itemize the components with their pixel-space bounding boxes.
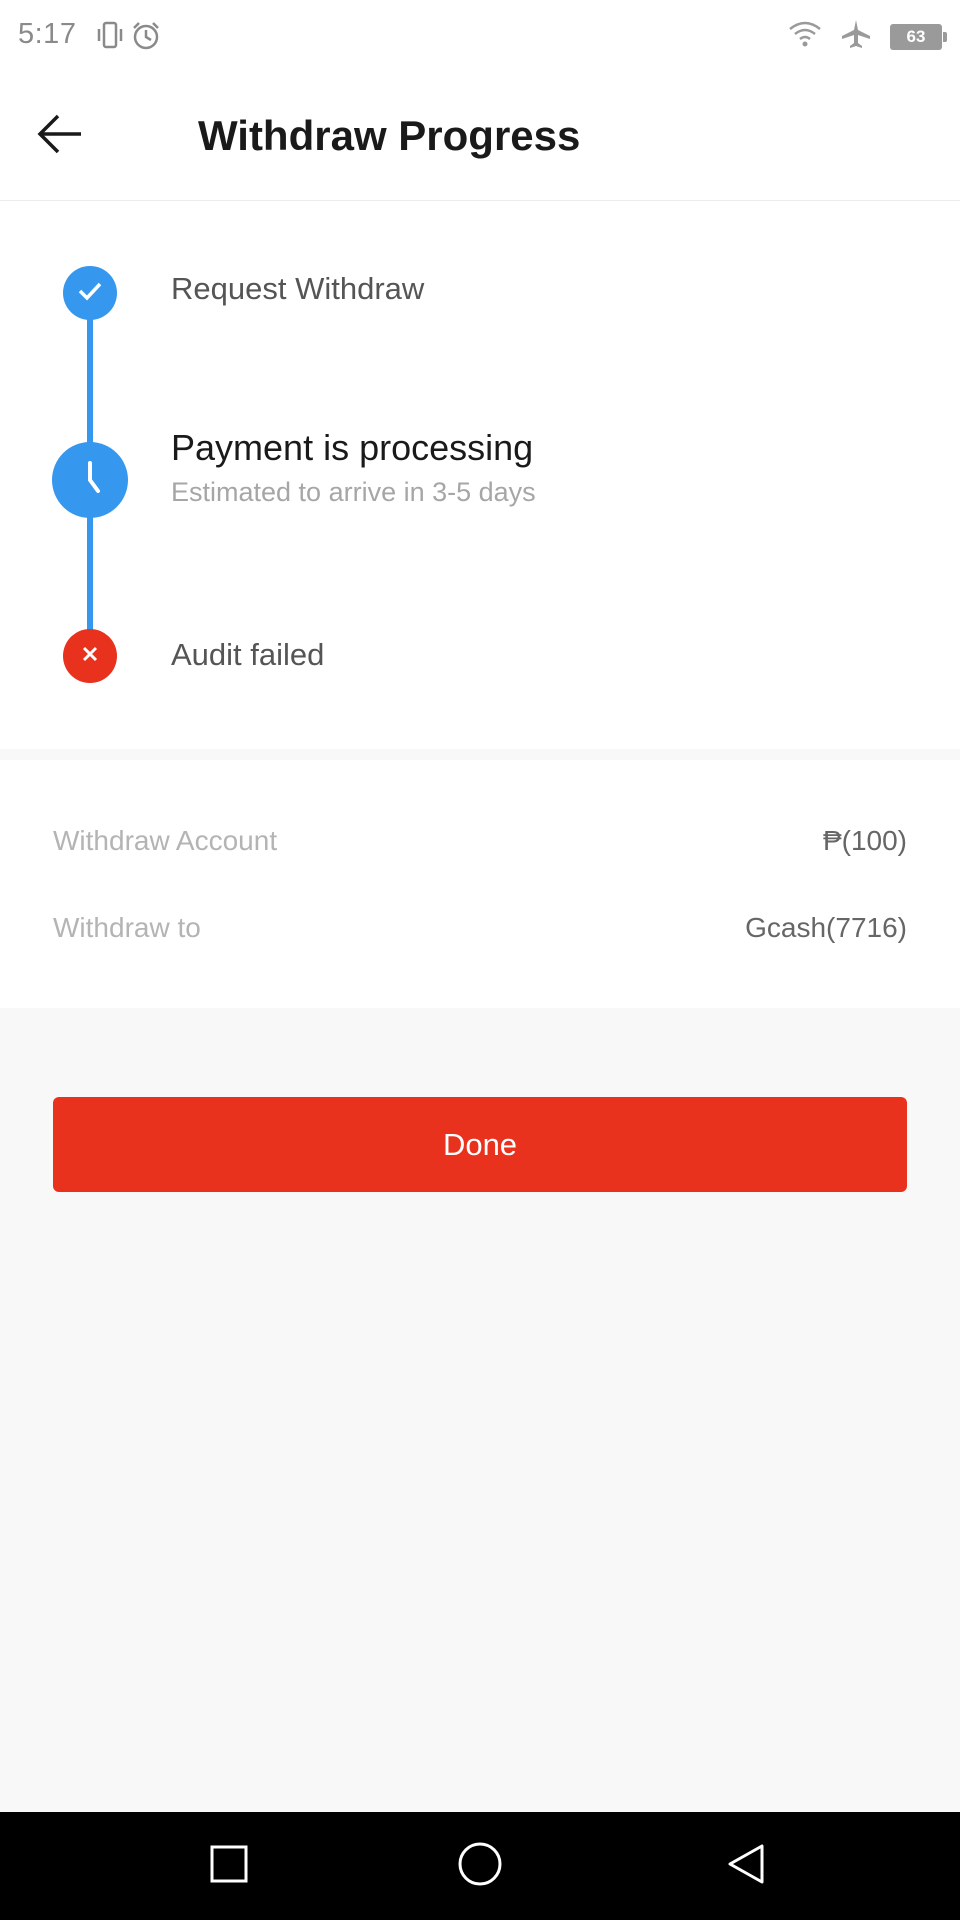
withdraw-account-value: ₱(100) (822, 825, 907, 856)
back-arrow-icon (35, 112, 85, 161)
progress-card: Request Withdraw Payment is processing E… (0, 201, 960, 749)
step-payment-processing (52, 442, 128, 518)
nav-recents-button[interactable] (199, 1836, 259, 1896)
app-header: Withdraw Progress (0, 72, 960, 201)
step-audit-failed (63, 629, 117, 683)
step-request-withdraw (63, 266, 117, 320)
done-button[interactable]: Done (53, 1097, 907, 1192)
recents-icon (209, 1844, 249, 1889)
page-title: Withdraw Progress (198, 112, 581, 159)
status-bar: 5:17 63 (0, 0, 960, 72)
status-right-icons: 63 (788, 18, 947, 55)
close-icon (78, 642, 102, 671)
withdraw-to-label: Withdraw to (53, 912, 201, 943)
step-processing-label: Payment is processing (171, 427, 534, 468)
withdraw-account-label: Withdraw Account (53, 825, 278, 856)
vibrate-icon (96, 20, 124, 57)
status-time: 5:17 (18, 18, 77, 50)
detail-row-account: Withdraw Account ₱(100) (53, 825, 907, 857)
status-left-icons (96, 20, 162, 57)
back-triangle-icon (724, 1842, 768, 1891)
check-icon (75, 276, 105, 311)
withdraw-to-value: Gcash(7716) (745, 912, 907, 943)
clock-icon (65, 453, 115, 508)
step-request-label: Request Withdraw (171, 271, 425, 306)
battery-icon: 63 (890, 23, 947, 50)
step-failed-label: Audit failed (171, 637, 325, 672)
back-button[interactable] (24, 100, 96, 172)
alarm-icon (130, 20, 162, 57)
nav-home-button[interactable] (450, 1836, 510, 1896)
nav-back-button[interactable] (716, 1836, 776, 1896)
wifi-icon (788, 19, 822, 54)
airplane-icon (840, 18, 872, 55)
nav-bar (0, 1812, 960, 1920)
home-icon (456, 1840, 504, 1893)
step-processing-sublabel: Estimated to arrive in 3-5 days (171, 477, 536, 507)
details-card: Withdraw Account ₱(100) Withdraw to Gcas… (0, 760, 960, 1008)
detail-row-to: Withdraw to Gcash(7716) (53, 912, 907, 944)
